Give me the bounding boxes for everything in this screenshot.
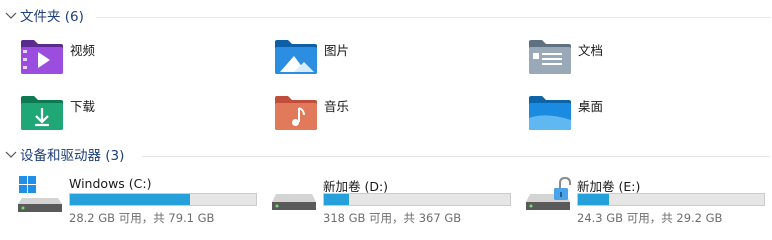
downloads-folder-icon <box>21 96 63 130</box>
drives-section-title: 设备和驱动器 (3) <box>20 148 125 164</box>
folder-label: 视频 <box>70 43 96 58</box>
folder-downloads[interactable]: 下载 <box>20 94 260 138</box>
folder-desktop[interactable]: 桌面 <box>528 94 768 138</box>
drive-size-text: 24.3 GB 可用，共 29.2 GB <box>577 211 723 225</box>
drive-usage-fill <box>324 194 349 205</box>
drives-section-header[interactable]: 设备和驱动器 (3) <box>0 146 772 166</box>
section-divider <box>96 17 770 18</box>
drive-usage-fill <box>70 194 190 205</box>
desktop-folder-icon <box>529 96 571 130</box>
folder-pictures[interactable]: 图片 <box>274 38 514 82</box>
section-divider <box>142 156 770 157</box>
chevron-down-icon[interactable] <box>4 9 18 23</box>
drive-usage-fill <box>578 194 610 205</box>
folders-section-header[interactable]: 文件夹 (6) <box>0 7 772 27</box>
videos-folder-icon <box>21 40 63 74</box>
music-folder-icon <box>275 96 317 130</box>
hard-drive-icon <box>272 194 316 210</box>
explorer-this-pc-view: 文件夹 (6) 视频 图片 文档 下载 音乐 桌面 设备和驱动器 (3) Win… <box>0 0 772 232</box>
drive-name: Windows (C:) <box>69 176 152 191</box>
drive-usage-bar <box>577 193 765 206</box>
folder-label: 下载 <box>70 99 96 114</box>
folder-videos[interactable]: 视频 <box>20 38 260 82</box>
chevron-down-icon[interactable] <box>4 148 18 162</box>
pictures-folder-icon <box>275 40 317 74</box>
drive-usage-bar <box>69 193 257 206</box>
folder-music[interactable]: 音乐 <box>274 94 514 138</box>
folder-label: 图片 <box>324 43 350 58</box>
drive-e[interactable]: 新加卷 (E:) 24.3 GB 可用，共 29.2 GB <box>526 176 770 226</box>
documents-folder-icon <box>529 40 571 74</box>
drive-size-text: 28.2 GB 可用，共 79.1 GB <box>69 211 215 225</box>
drive-size-text: 318 GB 可用，共 367 GB <box>323 211 462 225</box>
drive-d[interactable]: 新加卷 (D:) 318 GB 可用，共 367 GB <box>272 176 516 226</box>
unlocked-drive-icon <box>526 176 571 210</box>
folder-label: 桌面 <box>578 99 604 114</box>
drive-usage-bar <box>323 193 511 206</box>
windows-drive-icon <box>18 176 62 212</box>
folder-documents[interactable]: 文档 <box>528 38 768 82</box>
folder-label: 文档 <box>578 43 604 58</box>
drive-c[interactable]: Windows (C:) 28.2 GB 可用，共 79.1 GB <box>18 176 262 226</box>
folder-label: 音乐 <box>324 99 350 114</box>
folders-section-title: 文件夹 (6) <box>20 9 84 25</box>
